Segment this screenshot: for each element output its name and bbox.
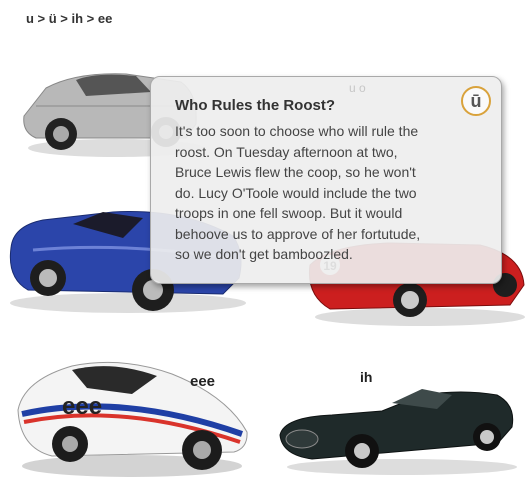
white-rally-porsche[interactable] xyxy=(12,352,252,480)
u-macron-badge[interactable]: ū xyxy=(461,86,491,116)
black-jaguar[interactable] xyxy=(272,375,522,477)
car-label-ih[interactable]: ih xyxy=(360,369,372,385)
breadcrumb[interactable]: u > ü > ih > ee xyxy=(26,11,112,26)
popup-title: Who Rules the Roost? xyxy=(175,97,335,114)
faint-label: u o xyxy=(349,81,366,95)
hood-label-eee: eee xyxy=(62,393,103,420)
popup-body: It's too soon to choose who will rule th… xyxy=(175,123,421,262)
car-label-eee[interactable]: eee xyxy=(190,373,215,390)
vocabulary-popup: u o Who Rules the Roost? It's too soon t… xyxy=(150,76,502,284)
